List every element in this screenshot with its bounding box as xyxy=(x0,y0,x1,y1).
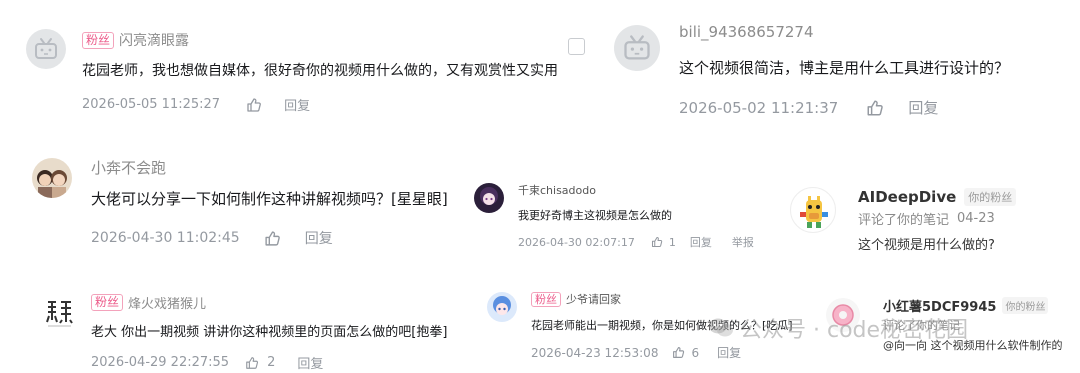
comment-text: 大佬可以分享一下如何制作这种讲解视频吗？[星星眼] xyxy=(91,190,448,208)
thumb-up-icon xyxy=(265,230,280,246)
thumb-up-icon xyxy=(651,236,663,248)
comment-text: 这个视频是用什么做的? xyxy=(858,238,995,253)
avatar[interactable] xyxy=(474,183,504,213)
username[interactable]: AIDeepDive xyxy=(858,188,956,206)
comment-subtitle: 评论了你的笔记 xyxy=(883,319,960,332)
couple-avatar-image xyxy=(37,170,67,198)
reply-button[interactable]: 回复 xyxy=(690,234,712,250)
anime-avatar-image xyxy=(493,296,511,315)
like-button[interactable] xyxy=(264,230,281,247)
username[interactable]: 千束chisadodo xyxy=(518,182,596,198)
giraffe-avatar-image xyxy=(800,196,828,228)
comment-text: 这个视频很简洁，博主是用什么工具进行设计的？ xyxy=(679,59,1010,77)
reply-button[interactable]: 回复 xyxy=(284,95,310,114)
avatar[interactable] xyxy=(26,29,66,69)
thumb-up-icon xyxy=(673,347,685,358)
reply-button[interactable]: 回复 xyxy=(908,97,938,118)
avatar[interactable] xyxy=(614,25,660,71)
like-button[interactable] xyxy=(866,99,884,117)
thumb-up-icon xyxy=(246,356,259,369)
comment-time: 2026-04-23 12:53:08 xyxy=(531,345,659,360)
comment-text: 老大 你出一期视频 讲讲你这种视频里的页面怎么做的吧[抱拳] xyxy=(91,325,448,340)
select-checkbox[interactable] xyxy=(568,38,585,55)
username[interactable]: 少爷请回家 xyxy=(566,291,621,307)
like-count: 2 xyxy=(267,355,276,370)
fan-badge: 粉丝 xyxy=(91,294,124,311)
reply-button[interactable]: 回复 xyxy=(717,344,741,361)
comment-subtitle: 评论了你的笔记 xyxy=(858,213,950,228)
username[interactable]: bili_94368657274 xyxy=(679,23,814,41)
avatar[interactable] xyxy=(790,187,836,233)
fan-badge: 粉丝 xyxy=(531,291,561,307)
comment-text: 花园老师，我也想做自媒体，很好奇你的视频用什么做的，又有观赏性又实用 xyxy=(82,63,558,79)
username[interactable]: 烽火戏猪猴儿 xyxy=(128,293,206,312)
like-count: 6 xyxy=(691,345,700,360)
comment-text: @向一向 这个视频用什么软件制作的 xyxy=(883,339,1063,352)
username[interactable]: 闪亮滴眼露 xyxy=(119,30,189,50)
anime-avatar-image xyxy=(480,187,498,205)
comment-date: 04-23 xyxy=(957,211,995,226)
username[interactable]: 小奔不会跑 xyxy=(91,157,166,178)
reply-button[interactable]: 回复 xyxy=(297,353,323,372)
like-count: 1 xyxy=(668,235,676,249)
calligraphy-logo-icon xyxy=(46,301,73,327)
comment-time: 2026-05-02 11:21:37 xyxy=(679,98,839,117)
fan-tag: 你的粉丝 xyxy=(1002,297,1049,314)
fan-tag: 你的粉丝 xyxy=(964,188,1017,206)
thumb-up-icon xyxy=(867,100,884,115)
avatar[interactable] xyxy=(32,158,72,198)
bilibili-tv-icon xyxy=(35,38,57,59)
comment-text: 花园老师能出一期视频，你是如何做视频的么？[吃瓜] xyxy=(531,319,793,332)
reply-button[interactable]: 回复 xyxy=(305,228,333,248)
report-button[interactable]: 举报 xyxy=(732,234,754,250)
comment-text: 我更好奇博主这视频是怎么做的 xyxy=(518,209,672,222)
avatar[interactable] xyxy=(487,292,517,322)
thumb-up-icon xyxy=(247,97,261,112)
donut-icon xyxy=(832,304,854,326)
avatar[interactable] xyxy=(40,294,78,332)
fan-badge: 粉丝 xyxy=(82,31,115,49)
like-button[interactable] xyxy=(246,97,262,113)
like-button[interactable]: 6 xyxy=(672,346,699,360)
comment-time: 2026-05-05 11:25:27 xyxy=(82,97,221,112)
bilibili-tv-icon xyxy=(624,35,650,60)
like-button[interactable]: 1 xyxy=(651,236,676,249)
comment-time: 2026-04-29 22:27:55 xyxy=(91,355,230,370)
like-button[interactable]: 2 xyxy=(245,355,275,370)
comment-time: 2026-04-30 11:02:45 xyxy=(91,230,240,246)
username[interactable]: 小红薯5DCF9945 xyxy=(883,296,996,315)
avatar[interactable] xyxy=(826,298,860,332)
comment-time: 2026-04-30 02:07:17 xyxy=(518,235,635,249)
